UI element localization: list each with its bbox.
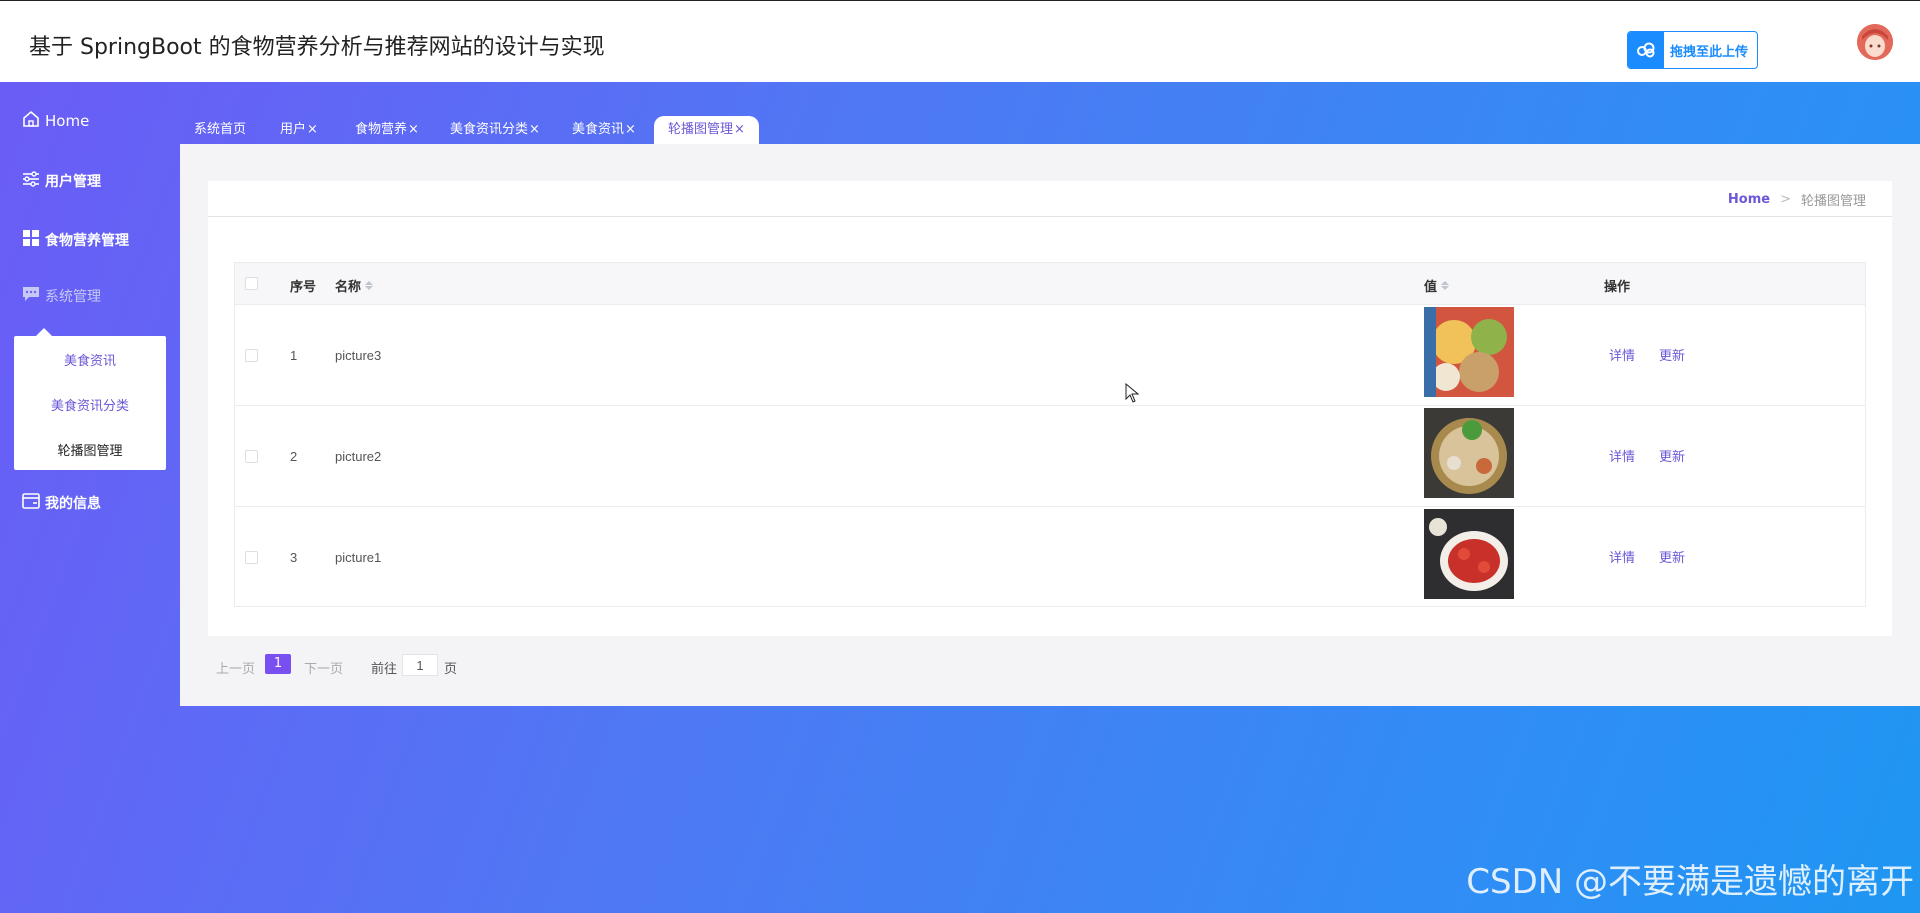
column-header-actions: 操作	[1604, 276, 1630, 295]
food-image-thumbnail[interactable]	[1424, 509, 1514, 599]
breadcrumb-current: 轮播图管理	[1800, 194, 1866, 209]
upload-button[interactable]: 拖拽至此上传	[1627, 31, 1758, 69]
tab-carousel[interactable]: 轮播图管理×	[654, 116, 759, 144]
cloud-upload-icon	[1628, 32, 1664, 68]
tab-label: 美食资讯分类	[450, 122, 529, 137]
sort-icon[interactable]	[1441, 281, 1450, 290]
watermark: CSDN @不要满是遗憾的离开	[1466, 862, 1914, 902]
tab-users[interactable]: 用户×	[280, 116, 318, 144]
next-page-button[interactable]: 下一页	[304, 658, 343, 677]
tab-label: 美食资讯	[572, 122, 625, 137]
column-header-index: 序号	[290, 276, 316, 295]
row-index: 3	[290, 550, 298, 565]
close-icon[interactable]: ×	[307, 122, 318, 137]
food-image-thumbnail[interactable]	[1424, 408, 1514, 498]
sidebar-item-system[interactable]: 系统管理	[22, 286, 101, 306]
row-checkbox[interactable]	[245, 450, 258, 463]
table-header: 序号 名称 值 操作	[235, 263, 1865, 305]
sidebar-item-my-info[interactable]: 我的信息	[22, 493, 101, 513]
sidebar-item-label: 用户管理	[45, 174, 101, 190]
tab-label: 系统首页	[194, 122, 247, 137]
content-card: Home > 轮播图管理 序号 名称 值 操作 1 picture3 详情 更新…	[208, 181, 1892, 636]
tab-news-category[interactable]: 美食资讯分类×	[450, 116, 540, 144]
page-1-button[interactable]: 1	[265, 654, 291, 674]
tab-food-nutrition[interactable]: 食物营养×	[355, 116, 419, 144]
submenu-item-food-news[interactable]: 美食资讯	[14, 350, 166, 369]
food-image-thumbnail[interactable]	[1424, 307, 1514, 397]
breadcrumb-home[interactable]: Home	[1728, 192, 1770, 207]
card-icon	[22, 493, 40, 513]
detail-link[interactable]: 详情	[1609, 547, 1635, 566]
table-row: 1 picture3 详情 更新	[235, 305, 1865, 406]
sidebar-item-label: 系统管理	[45, 289, 101, 305]
sidebar-item-label: 食物营养管理	[45, 233, 129, 249]
detail-link[interactable]: 详情	[1609, 446, 1635, 465]
sliders-icon	[22, 171, 40, 191]
update-link[interactable]: 更新	[1659, 547, 1685, 566]
update-link[interactable]: 更新	[1659, 446, 1685, 465]
table-row: 2 picture2 详情 更新	[235, 406, 1865, 507]
tab-label: 食物营养	[355, 122, 408, 137]
column-label: 序号	[290, 280, 317, 295]
chat-icon	[22, 286, 40, 306]
sidebar-item-users[interactable]: 用户管理	[22, 171, 101, 191]
grid-icon	[22, 229, 40, 251]
row-checkbox[interactable]	[245, 551, 258, 564]
goto-suffix: 页	[444, 662, 458, 677]
divider	[208, 216, 1892, 217]
tab-label: 轮播图管理	[668, 122, 734, 137]
breadcrumb-separator: >	[1780, 192, 1791, 207]
column-label: 名称	[335, 280, 362, 295]
carousel-table: 序号 名称 值 操作 1 picture3 详情 更新 2 picture2 详…	[234, 262, 1866, 607]
sort-icon[interactable]	[365, 281, 374, 290]
main-content: Home > 轮播图管理 序号 名称 值 操作 1 picture3 详情 更新…	[180, 144, 1920, 706]
row-name: picture2	[335, 449, 382, 464]
row-name: picture1	[335, 550, 382, 565]
close-icon[interactable]: ×	[625, 122, 636, 137]
column-header-value[interactable]: 值	[1424, 276, 1450, 295]
app-title: 基于 SpringBoot 的食物营养分析与推荐网站的设计与实现	[29, 35, 605, 60]
sidebar-item-label: Home	[45, 112, 90, 130]
home-icon	[22, 110, 40, 132]
prev-page-button[interactable]: 上一页	[216, 658, 255, 677]
sidebar: Home 用户管理 食物营养管理 系统管理 美食资讯 美食资讯分类 轮播图管理 …	[0, 82, 180, 913]
sidebar-item-home[interactable]: Home	[22, 110, 89, 132]
goto-page-input[interactable]	[402, 654, 438, 676]
system-submenu: 美食资讯 美食资讯分类 轮播图管理	[14, 328, 166, 470]
avatar[interactable]	[1857, 24, 1893, 60]
column-header-name[interactable]: 名称	[335, 276, 374, 295]
upload-button-label: 拖拽至此上传	[1670, 44, 1749, 60]
row-index: 2	[290, 449, 298, 464]
table-row: 3 picture1 详情 更新	[235, 507, 1865, 608]
goto-label: 前往	[371, 662, 398, 677]
column-label: 操作	[1604, 280, 1631, 295]
sidebar-item-label: 我的信息	[45, 496, 101, 512]
breadcrumb: Home > 轮播图管理	[1728, 190, 1866, 209]
sidebar-item-food-nutrition[interactable]: 食物营养管理	[22, 229, 129, 251]
submenu-item-news-category[interactable]: 美食资讯分类	[14, 395, 166, 414]
column-label: 值	[1424, 280, 1438, 295]
select-all-checkbox[interactable]	[245, 277, 258, 290]
tab-food-news[interactable]: 美食资讯×	[572, 116, 636, 144]
row-index: 1	[290, 348, 298, 363]
submenu-item-carousel[interactable]: 轮播图管理	[14, 440, 166, 459]
close-icon[interactable]: ×	[408, 122, 419, 137]
close-icon[interactable]: ×	[734, 122, 745, 137]
close-icon[interactable]: ×	[529, 122, 540, 137]
mouse-cursor-icon	[1125, 382, 1140, 408]
row-checkbox[interactable]	[245, 349, 258, 362]
tab-label: 用户	[280, 122, 307, 137]
update-link[interactable]: 更新	[1659, 345, 1685, 364]
tab-home[interactable]: 系统首页	[194, 116, 246, 144]
top-header: 基于 SpringBoot 的食物营养分析与推荐网站的设计与实现 拖拽至此上传	[0, 0, 1920, 82]
detail-link[interactable]: 详情	[1609, 345, 1635, 364]
row-name: picture3	[335, 348, 382, 363]
